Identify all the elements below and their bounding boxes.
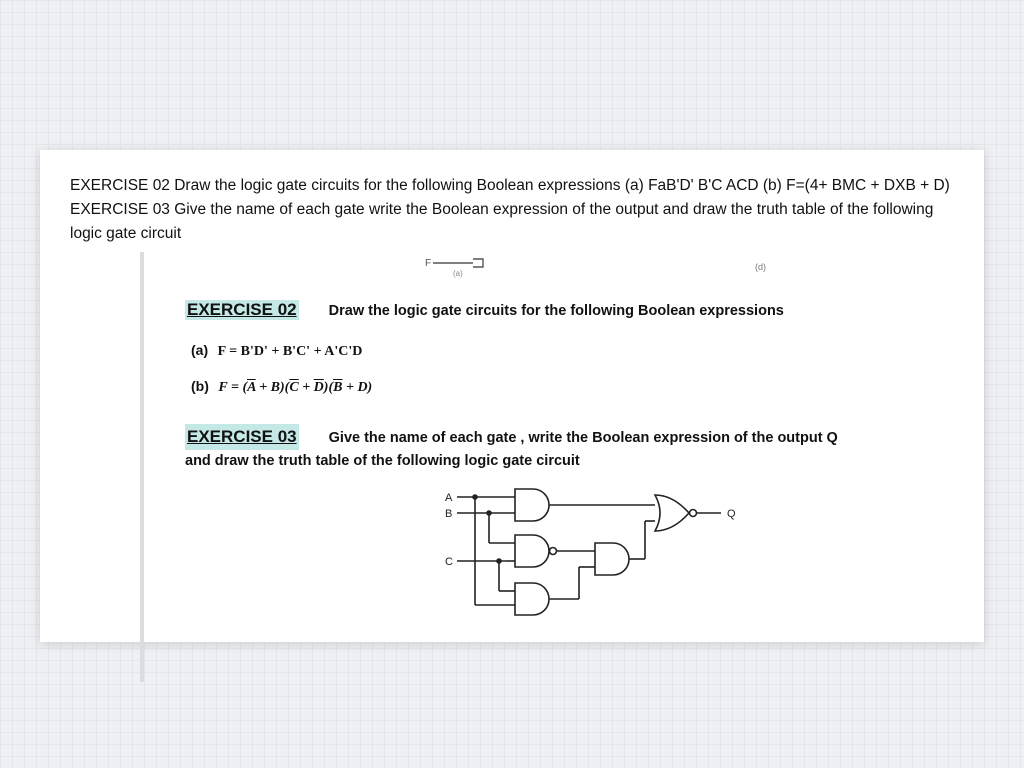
svg-text:A: A <box>445 492 453 504</box>
document-card: EXERCISE 02 Draw the logic gate circuits… <box>40 150 984 642</box>
svg-text:B: B <box>445 508 452 520</box>
inner-content: F (a) (d) EXERCISE 02 Draw the logic gat… <box>185 256 924 632</box>
svg-text:Q: Q <box>727 508 736 520</box>
exercise-03-text-1: Give the name of each gate , write the B… <box>329 430 838 446</box>
summary-text: EXERCISE 02 Draw the logic gate circuits… <box>70 174 954 246</box>
svg-text:C: C <box>445 556 453 568</box>
exercise-02-heading: EXERCISE 02 <box>185 300 299 320</box>
logic-circuit-diagram: A B C <box>445 487 924 632</box>
top-figure-b: (d) <box>755 262 766 272</box>
item-a-expression: F = B'D' + B'C' + A'C'D <box>218 344 363 359</box>
svg-text:(a): (a) <box>453 269 463 278</box>
exercise-02-line: EXERCISE 02 Draw the logic gate circuits… <box>185 300 924 320</box>
f-label: F <box>425 258 431 269</box>
expr-part: )( <box>324 380 333 395</box>
expr-C-bar: C <box>289 380 298 395</box>
top-figure-row: F (a) (d) <box>425 256 924 278</box>
exercise-03-block: EXERCISE 03 Give the name of each gate ,… <box>185 424 924 632</box>
exercise-03-heading: EXERCISE 03 <box>185 424 299 450</box>
exercise-02-instruction: Draw the logic gate circuits for the fol… <box>329 303 784 319</box>
expr-D-bar: D <box>314 380 324 395</box>
exercise-02-item-b: (b) F = (A + B)(C + D)(B + D) <box>191 378 924 396</box>
expr-part: + D) <box>342 380 372 395</box>
expr-part: + B)( <box>256 380 290 395</box>
expr-part: + <box>299 380 314 395</box>
left-rule <box>140 252 144 682</box>
exercise-02-item-a: (a) F = B'D' + B'C' + A'C'D <box>191 342 924 360</box>
expr-A-bar: A <box>247 380 256 395</box>
item-b-label: (b) <box>191 378 209 394</box>
expr-part: F = ( <box>218 380 247 395</box>
item-b-expression: F = (A + B)(C + D)(B + D) <box>218 380 372 395</box>
top-figure-a: F (a) <box>425 256 495 278</box>
item-a-label: (a) <box>191 342 208 358</box>
exercise-03-text-2: and draw the truth table of the followin… <box>185 450 924 472</box>
